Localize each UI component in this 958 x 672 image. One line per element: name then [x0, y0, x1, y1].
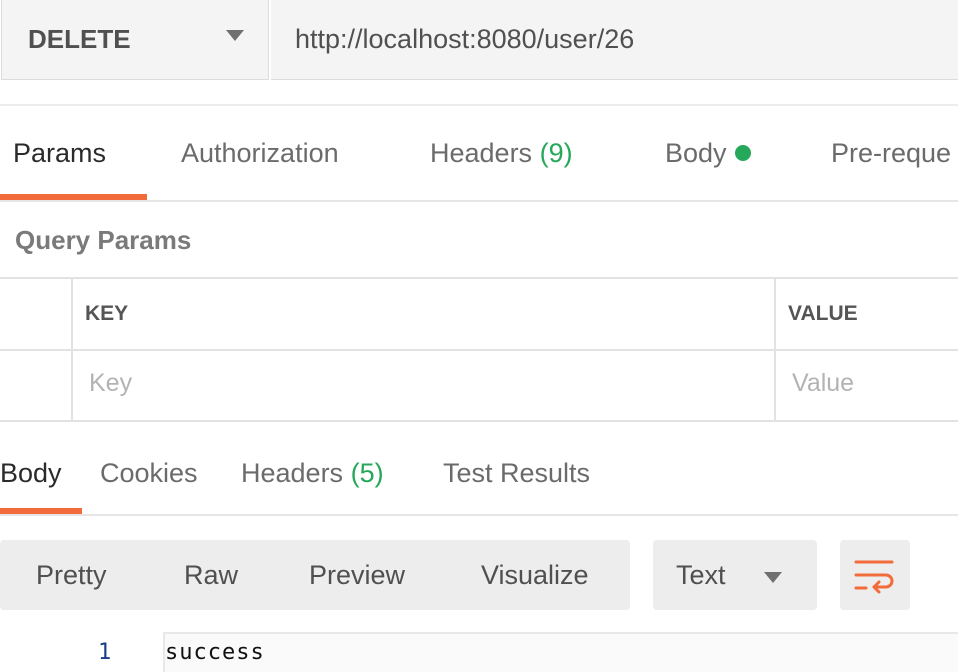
tab-body-label: Body [665, 138, 727, 168]
pretty-button[interactable]: Pretty [36, 560, 107, 591]
tab-headers[interactable]: Headers (9) [430, 138, 573, 169]
response-content: success [165, 640, 265, 665]
table-border [774, 277, 776, 422]
url-input[interactable]: http://localhost:8080/user/26 [271, 0, 958, 80]
wrap-lines-button[interactable] [840, 540, 910, 610]
chevron-down-icon [226, 30, 244, 41]
method-select[interactable]: DELETE [1, 0, 269, 80]
column-header-value: VALUE [788, 302, 858, 325]
method-label: DELETE [28, 24, 131, 54]
url-text: http://localhost:8080/user/26 [295, 24, 635, 54]
response-tab-headers-label: Headers [241, 458, 344, 488]
table-border [0, 420, 958, 422]
response-tab-headers[interactable]: Headers (5) [241, 458, 384, 489]
dot-icon [734, 144, 751, 161]
tab-params[interactable]: Params [13, 138, 106, 169]
tab-pre-request[interactable]: Pre-reque [831, 138, 951, 169]
tab-authorization[interactable]: Authorization [181, 138, 339, 169]
visualize-button[interactable]: Visualize [481, 560, 589, 591]
column-header-key: KEY [85, 302, 129, 325]
query-params-title: Query Params [15, 225, 192, 255]
table-border [0, 349, 958, 351]
response-code-area [163, 632, 958, 672]
chevron-down-icon [764, 572, 782, 583]
response-tab-body[interactable]: Body [0, 458, 62, 489]
tab-headers-label: Headers [430, 138, 533, 168]
tab-headers-count: (9) [539, 138, 573, 168]
preview-button[interactable]: Preview [309, 560, 405, 591]
wrap-lines-icon [854, 560, 894, 594]
key-input[interactable]: Key [89, 369, 132, 398]
line-number: 1 [98, 640, 112, 665]
response-tab-cookies[interactable]: Cookies [100, 458, 198, 489]
divider [0, 104, 958, 106]
raw-button[interactable]: Raw [184, 560, 238, 591]
divider [0, 514, 958, 516]
table-border [0, 277, 958, 279]
format-select-label: Text [676, 560, 726, 590]
tab-body[interactable]: Body [665, 138, 751, 169]
request-url-bar: DELETE http://localhost:8080/user/26 [0, 0, 958, 80]
table-border [71, 277, 73, 422]
value-input[interactable]: Value [792, 369, 854, 398]
response-tab-headers-count: (5) [350, 458, 384, 488]
divider [0, 200, 958, 202]
response-tab-test-results[interactable]: Test Results [443, 458, 590, 489]
